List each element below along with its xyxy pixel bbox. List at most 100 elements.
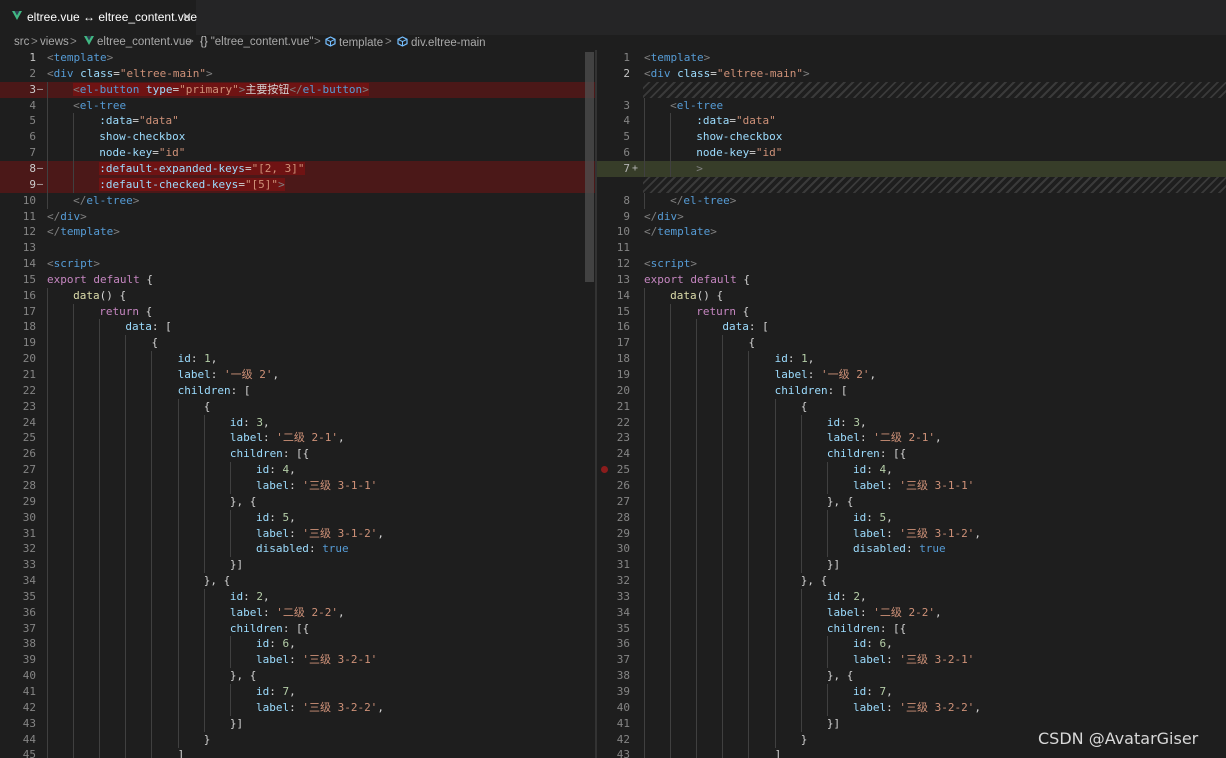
code-line[interactable]: 18 data: [ (0, 319, 595, 336)
code-line[interactable]: 15 return { (597, 303, 1226, 320)
code-line[interactable]: 12 <script> (597, 256, 1226, 272)
code-line[interactable]: 4:data="data" (597, 113, 1226, 130)
code-line[interactable]: 20 children: [ (597, 382, 1226, 399)
code-line[interactable]: 41 id: 7, (0, 684, 595, 700)
code-line[interactable]: 19 { (0, 335, 595, 352)
close-icon[interactable]: ✕ (182, 9, 192, 25)
code-line[interactable]: 35 id: 2, (0, 588, 595, 605)
code-line[interactable]: 37 label: '三级 3-2-1' (597, 652, 1226, 669)
diff-original-pane[interactable]: 1 <template> 2 <div class="eltree-main"> 3— <… (0, 50, 595, 758)
code-line[interactable]: 31 label: '三级 3-1-2', (0, 525, 595, 542)
code-line[interactable]: 37 children: [{ (0, 620, 595, 637)
code-line[interactable]: 44} (0, 731, 595, 748)
code-line[interactable]: 9—:default-checked-keys="[5]"> (0, 176, 595, 193)
code-line[interactable]: 8 </el-tree> (597, 192, 1226, 209)
code-line[interactable]: 26 children: [{ (0, 446, 595, 463)
code-line[interactable]: 32 disabled: true (0, 541, 595, 558)
code-line[interactable]: 39 id: 7, (597, 684, 1226, 700)
code-line[interactable]: 38}, { (597, 668, 1226, 685)
code-line[interactable]: 27}, { (597, 493, 1226, 510)
breadcrumb-item[interactable]: div.eltree-main (397, 36, 486, 49)
code-line[interactable]: 6 node-key="id" (597, 145, 1226, 162)
code-line[interactable]: 25 label: '二级 2-1', (0, 430, 595, 447)
code-line[interactable]: 33 id: 2, (597, 588, 1226, 605)
code-line[interactable]: 29 label: '三级 3-1-2', (597, 525, 1226, 542)
code-line[interactable]: 14 <script> (0, 256, 595, 272)
code-line[interactable]: 17 return { (0, 303, 595, 320)
diff-modified-pane[interactable]: 1 <template> 2 <div class="eltree-main"> 3 <e… (597, 50, 1226, 758)
code-line[interactable]: 36 id: 6, (597, 636, 1226, 653)
code-line[interactable]: 26 label: '三级 3-1-1' (597, 477, 1226, 494)
code-line[interactable]: 17 { (597, 335, 1226, 352)
code-line[interactable]: 24 children: [{ (597, 446, 1226, 463)
code-line[interactable]: 27 id: 4, (0, 462, 595, 479)
code-line[interactable]: 28 id: 5, (597, 509, 1226, 526)
code-line[interactable]: 31}] (597, 557, 1226, 574)
code-line[interactable]: 5 show-checkbox (597, 129, 1226, 146)
code-line[interactable]: 2 <div class="eltree-main"> (597, 66, 1226, 82)
code-line[interactable]: 13 export default { (597, 272, 1226, 288)
breadcrumb-item[interactable]: src (14, 36, 29, 48)
code-line[interactable]: 9 </div> (597, 209, 1226, 225)
code-line[interactable]: 21 { (597, 398, 1226, 415)
code-line[interactable]: 6 show-checkbox (0, 129, 595, 146)
code-line[interactable]: 28 label: '三级 3-1-1' (0, 477, 595, 494)
code-line[interactable]: 35 children: [{ (597, 620, 1226, 637)
code-line[interactable]: 34 label: '二级 2-2', (597, 604, 1226, 621)
code-line[interactable]: 43}] (0, 715, 595, 732)
code-line[interactable]: 30 disabled: true (597, 541, 1226, 558)
code-line[interactable]: 29}, { (0, 493, 595, 510)
code-line[interactable]: 11 (597, 240, 1226, 256)
breakpoint-dot-icon[interactable] (601, 466, 608, 473)
code-line[interactable]: 1 <template> (0, 50, 595, 66)
code-line[interactable]: 15 export default { (0, 272, 595, 288)
code-line[interactable]: 22 id: 3, (597, 414, 1226, 431)
code-line[interactable]: 18 id: 1, (597, 351, 1226, 368)
code-line[interactable]: 14 data() { (597, 287, 1226, 304)
code-line[interactable]: 7 node-key="id" (0, 145, 595, 162)
code-line[interactable]: 36 label: '二级 2-2', (0, 604, 595, 621)
code-line[interactable]: 3 <el-tree (597, 97, 1226, 114)
indent-guide (722, 652, 724, 669)
code-line[interactable]: 16 data() { (0, 287, 595, 304)
code-line[interactable]: 1 <template> (597, 50, 1226, 66)
code-line[interactable]: 16 data: [ (597, 319, 1226, 336)
breadcrumb-item[interactable]: {} "eltree_content.vue" (200, 36, 313, 48)
code-line[interactable]: 2 <div class="eltree-main"> (0, 66, 595, 82)
code-line[interactable]: 21 label: '一级 2', (0, 367, 595, 383)
code-line[interactable]: 42 label: '三级 3-2-2', (0, 699, 595, 716)
breadcrumb-item[interactable]: template (325, 36, 383, 49)
code-line[interactable]: 3— <el-button type="primary">主要按钮</el-but… (0, 81, 595, 98)
code-line[interactable]: 32}, { (597, 573, 1226, 590)
code-line[interactable]: 38 id: 6, (0, 636, 595, 653)
code-line[interactable]: 13 (0, 240, 595, 256)
code-line[interactable]: 19 label: '一级 2', (597, 367, 1226, 383)
code-line[interactable]: 25 id: 4, (597, 462, 1226, 479)
breadcrumb-item[interactable]: views (40, 36, 69, 48)
code-line[interactable]: 24 id: 3, (0, 414, 595, 431)
code-line[interactable]: 40}, { (0, 668, 595, 685)
code-line[interactable]: 45] (0, 747, 595, 758)
code-line[interactable]: 10 </template> (597, 224, 1226, 240)
code-line[interactable]: 11 </div> (0, 209, 595, 225)
code-line[interactable]: 43] (597, 747, 1226, 758)
code-line[interactable]: 23 { (0, 398, 595, 415)
indent-guide (73, 367, 75, 383)
code-line[interactable]: 23 label: '二级 2-1', (597, 430, 1226, 447)
code-line[interactable]: 4 <el-tree (0, 97, 595, 114)
code-line[interactable]: 39 label: '三级 3-2-1' (0, 652, 595, 669)
code-line[interactable]: 5:data="data" (0, 113, 595, 130)
code-line[interactable]: 30 id: 5, (0, 509, 595, 526)
code-line[interactable]: 22 children: [ (0, 382, 595, 399)
code-line[interactable]: 33}] (0, 557, 595, 574)
scrollbar-thumb[interactable] (585, 52, 594, 282)
breadcrumb-item[interactable]: eltree_content.vue (84, 36, 192, 48)
code-line[interactable]: 8—:default-expanded-keys="[2, 3]" (0, 160, 595, 177)
code-line[interactable]: 34}, { (0, 573, 595, 590)
code-line[interactable]: 40 label: '三级 3-2-2', (597, 699, 1226, 716)
editor-tab[interactable]: eltree.vue ↔ eltree_content.vue ✕ (0, 0, 197, 35)
code-line[interactable]: 12 </template> (0, 224, 595, 240)
code-line[interactable]: 20 id: 1, (0, 351, 595, 368)
code-line[interactable]: 7 + > (597, 160, 1226, 177)
code-line[interactable]: 10 </el-tree> (0, 192, 595, 209)
